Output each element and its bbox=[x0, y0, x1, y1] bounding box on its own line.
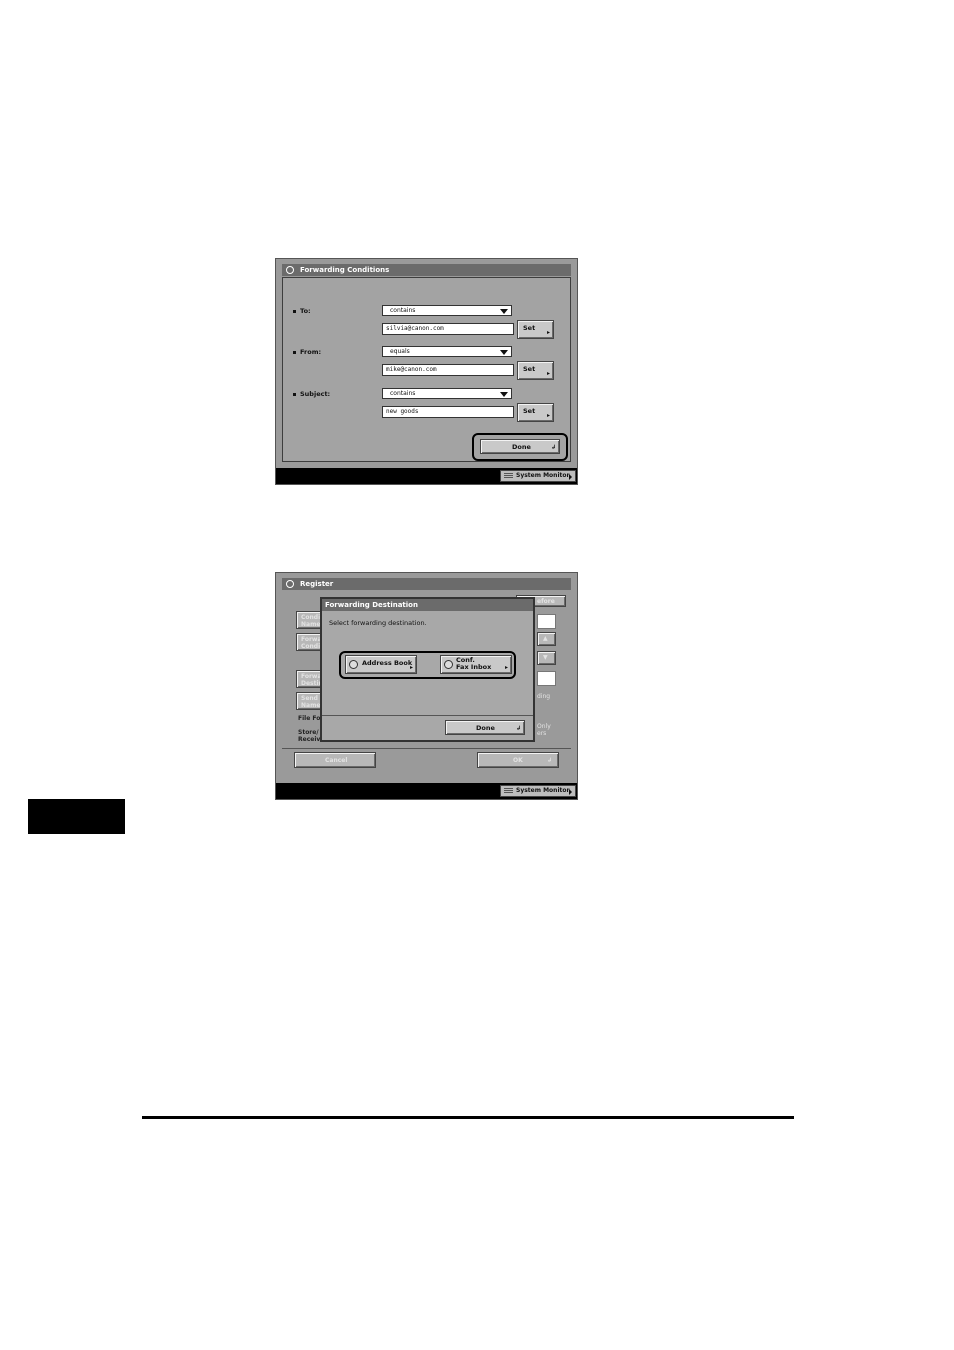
screen-title: Forwarding Conditions bbox=[300, 266, 390, 274]
chevron-down-icon bbox=[500, 392, 508, 397]
chevron-down-icon bbox=[500, 309, 508, 314]
dialog-title: Forwarding Destination bbox=[325, 601, 418, 609]
from-operator-dropdown[interactable]: equals bbox=[382, 346, 512, 357]
bottom-divider bbox=[282, 748, 571, 749]
address-book-icon bbox=[349, 660, 358, 669]
inbox-icon bbox=[444, 660, 453, 669]
arrow-right-icon: ▸ bbox=[546, 412, 550, 419]
from-label: From: bbox=[293, 348, 321, 356]
system-monitor-button[interactable]: System Monitor bbox=[500, 470, 576, 482]
chapter-tab-block bbox=[28, 799, 125, 834]
arrow-down-icon: ▼ bbox=[543, 654, 548, 661]
done-button[interactable]: Done ↲ bbox=[480, 439, 560, 454]
arrow-right-icon bbox=[569, 474, 572, 480]
cancel-button[interactable]: Cancel bbox=[294, 752, 376, 768]
arrow-right-icon: ▸ bbox=[546, 370, 550, 377]
monitor-icon bbox=[504, 788, 513, 794]
condition-name-button[interactable]: Condi Name bbox=[296, 611, 322, 629]
to-label: To: bbox=[293, 307, 311, 315]
forwarding-conditions-screen: Forwarding Conditions To: contains silvi… bbox=[275, 258, 578, 485]
dialog-divider bbox=[322, 715, 533, 716]
ok-button[interactable]: OK ↲ bbox=[477, 752, 559, 768]
screen-title-icon bbox=[286, 580, 294, 588]
address-book-button[interactable]: Address Book ▸ bbox=[345, 655, 417, 674]
conf-fax-inbox-button[interactable]: Conf. Fax Inbox ▸ bbox=[440, 655, 512, 674]
arrow-right-icon bbox=[569, 789, 572, 795]
enter-icon: ↲ bbox=[550, 444, 556, 451]
forwarding-destination-button[interactable]: Forwa Destin bbox=[296, 670, 323, 688]
file-format-label: File Fo bbox=[298, 715, 321, 722]
to-set-button[interactable]: Set ▸ bbox=[517, 320, 554, 339]
status-bar: System Monitor bbox=[276, 468, 577, 484]
forwarding-destination-dialog: Forwarding Destination Select forwarding… bbox=[320, 597, 535, 742]
scroll-up-button[interactable]: ▲ bbox=[537, 632, 556, 646]
status-bar: System Monitor bbox=[276, 783, 577, 799]
ers-label: ers bbox=[537, 730, 547, 737]
arrow-right-icon: ▸ bbox=[546, 329, 550, 336]
store-receive-label: Store/ Receiv bbox=[298, 729, 321, 743]
enter-icon: ↲ bbox=[547, 757, 553, 764]
only-label: Only bbox=[537, 723, 551, 730]
arrow-right-icon: ▸ bbox=[409, 664, 413, 671]
to-operator-dropdown[interactable]: contains bbox=[382, 305, 512, 316]
screen-title-icon bbox=[286, 266, 294, 274]
chevron-down-icon bbox=[500, 350, 508, 355]
register-screen: Register Condi Name Forwa Condi Forwa De… bbox=[275, 572, 578, 800]
dialog-title-bar: Forwarding Destination bbox=[322, 599, 533, 611]
system-monitor-button[interactable]: System Monitor bbox=[500, 785, 576, 797]
dialog-message: Select forwarding destination. bbox=[329, 619, 427, 627]
scroll-down-button[interactable]: ▼ bbox=[537, 651, 556, 665]
subject-operator-dropdown[interactable]: contains bbox=[382, 388, 512, 399]
subject-set-button[interactable]: Set ▸ bbox=[517, 403, 554, 422]
arrow-right-icon: ▸ bbox=[504, 664, 508, 671]
from-set-button[interactable]: Set ▸ bbox=[517, 361, 554, 380]
to-value-field[interactable]: silvia@canon.com bbox=[382, 323, 514, 335]
background-field-2[interactable] bbox=[537, 671, 556, 686]
subject-value-field[interactable]: new goods bbox=[382, 406, 514, 418]
dialog-done-button[interactable]: Done ↲ bbox=[445, 720, 525, 735]
from-value-field[interactable]: mike@canon.com bbox=[382, 364, 514, 376]
screen-title: Register bbox=[300, 580, 334, 588]
enter-icon: ↲ bbox=[515, 725, 521, 732]
ding-label: ding bbox=[537, 693, 551, 700]
send-name-button[interactable]: Send Name bbox=[296, 692, 322, 710]
background-field-1[interactable] bbox=[537, 614, 556, 629]
forwarding-conditions-button[interactable]: Forwa Condi bbox=[296, 633, 322, 651]
monitor-icon bbox=[504, 473, 513, 479]
screen-title-bar: Register bbox=[282, 578, 571, 590]
footer-rule bbox=[142, 1116, 794, 1119]
subject-label: Subject: bbox=[293, 390, 330, 398]
screen-title-bar: Forwarding Conditions bbox=[282, 264, 571, 276]
arrow-up-icon: ▲ bbox=[543, 635, 548, 642]
